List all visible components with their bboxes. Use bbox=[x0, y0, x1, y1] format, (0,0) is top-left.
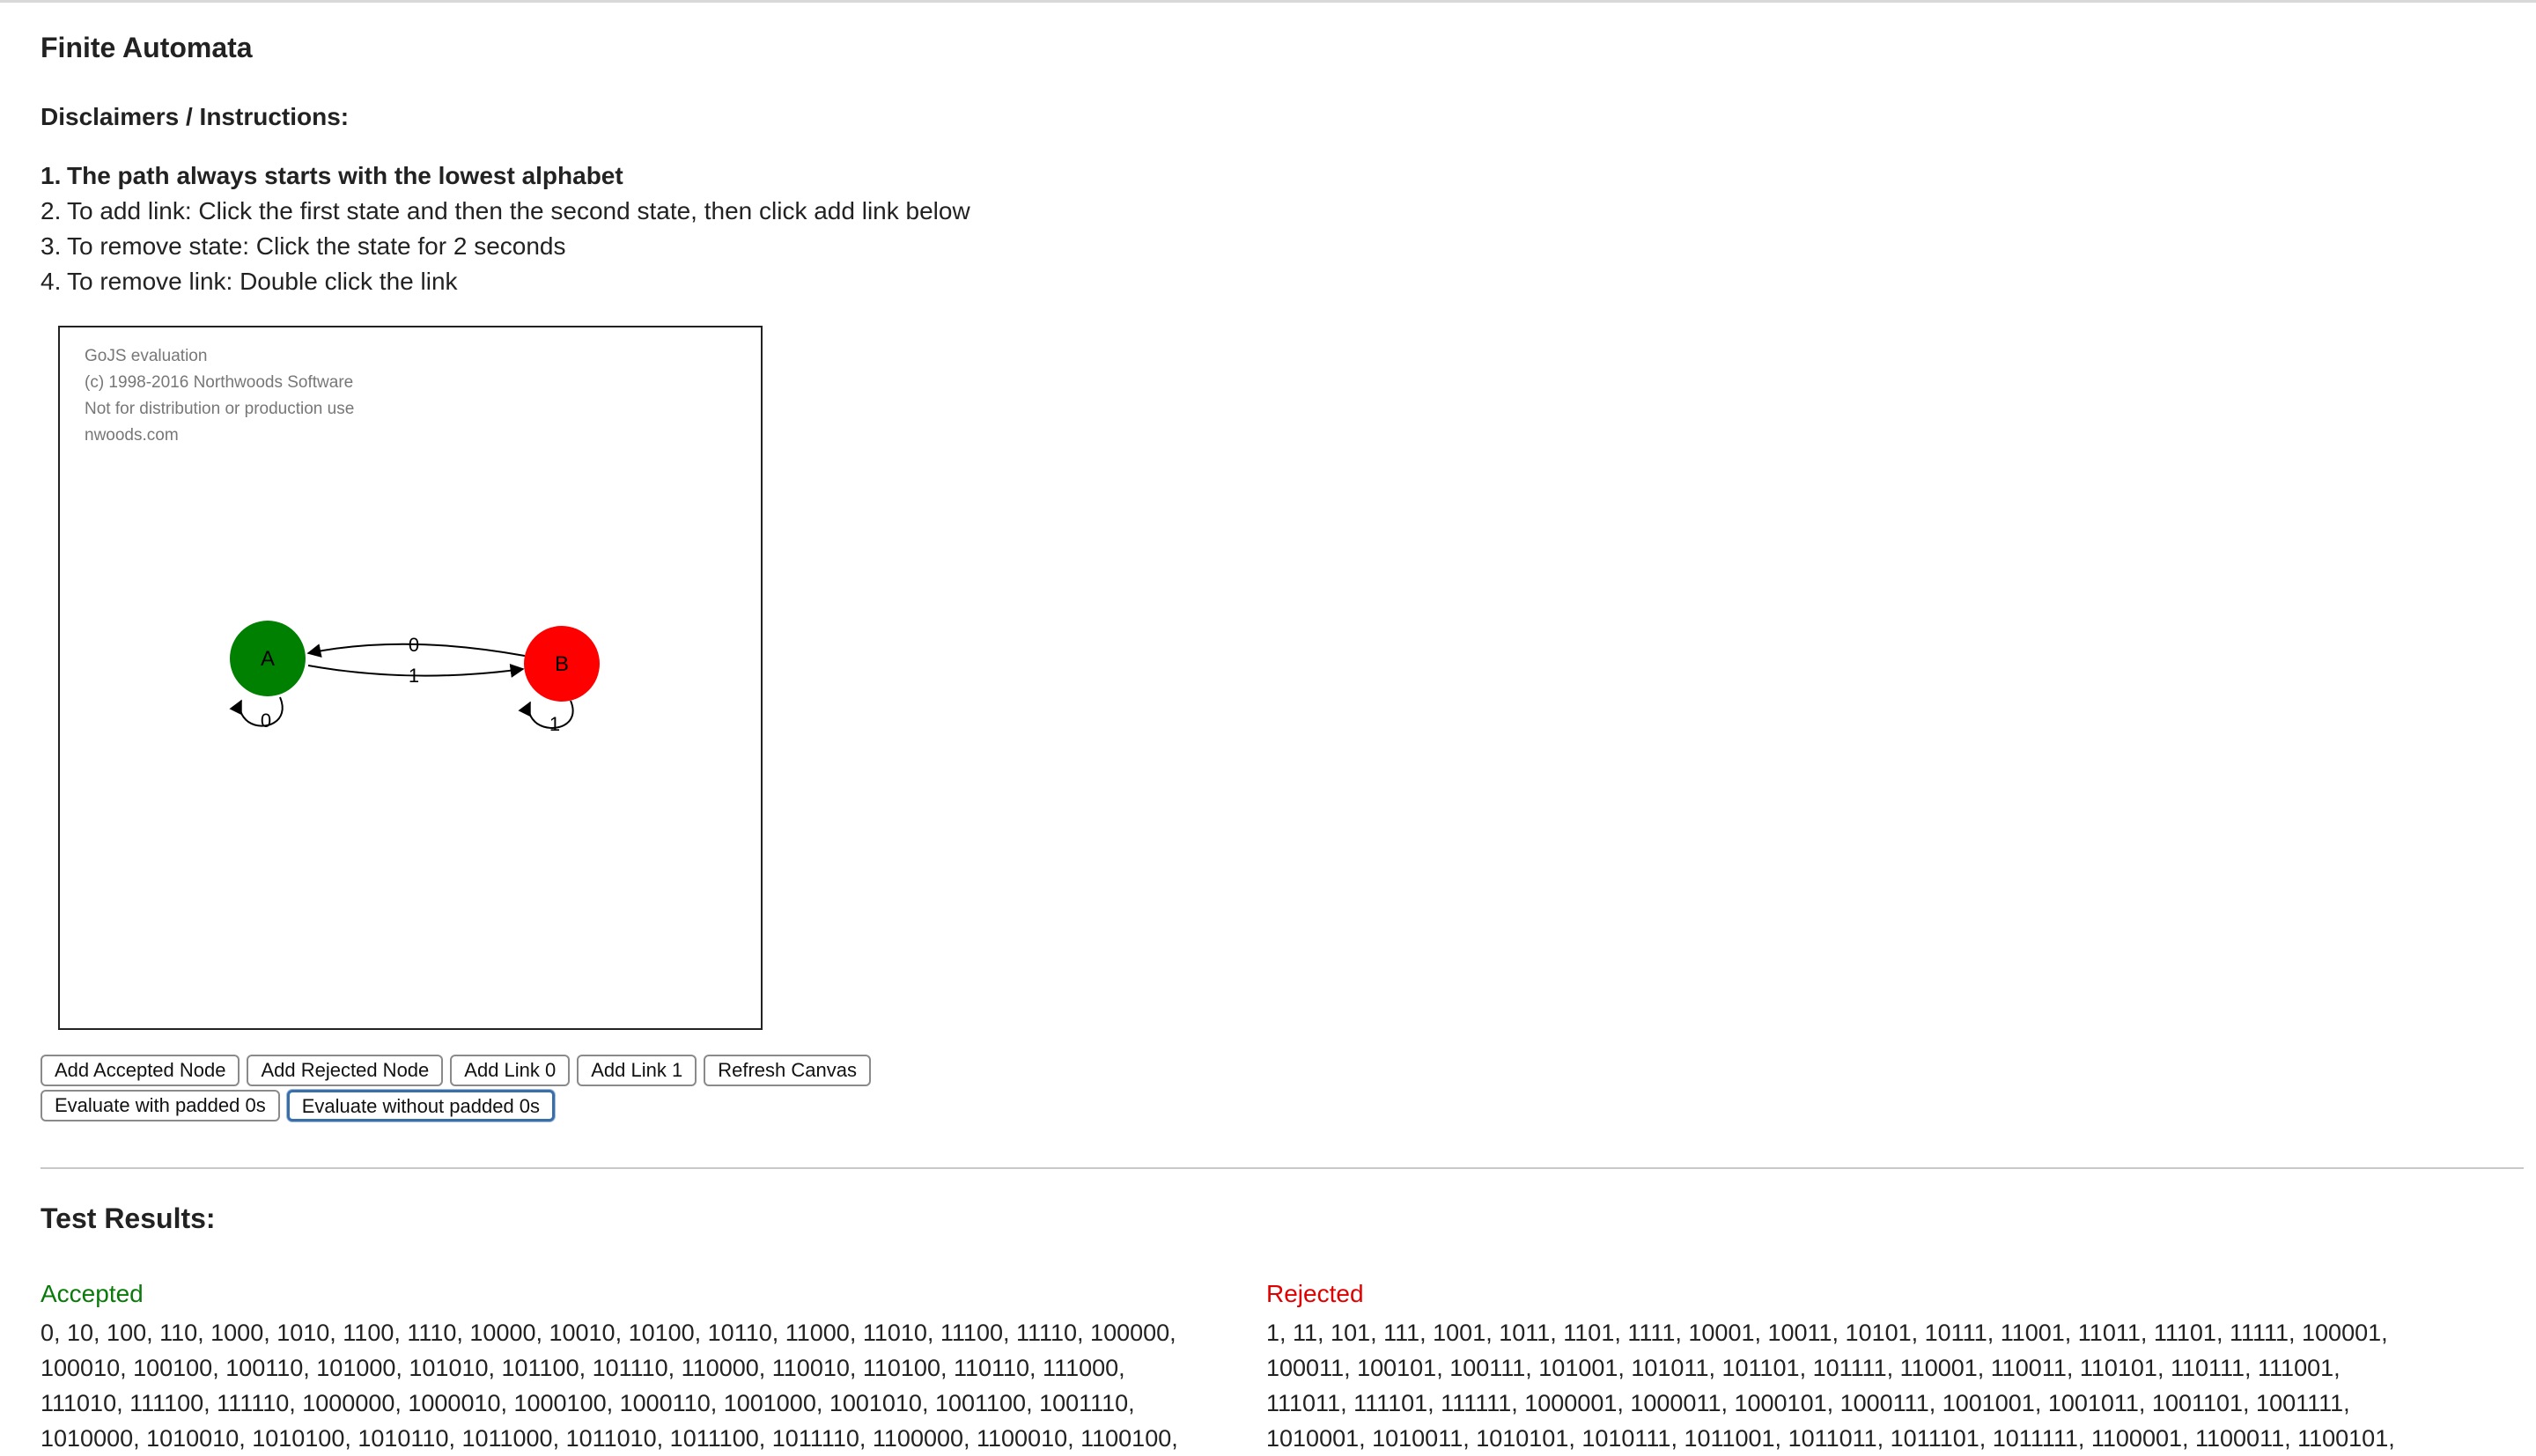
evaluate-padded-button[interactable]: Evaluate with padded 0s bbox=[41, 1090, 280, 1121]
add-link-0-button[interactable]: Add Link 0 bbox=[450, 1055, 571, 1086]
instructions-list: 1. The path always starts with the lowest… bbox=[41, 158, 970, 299]
rejected-line: 1010001, 1010011, 1010101, 1010111, 1011… bbox=[1266, 1425, 2395, 1452]
accepted-line: 111010, 111100, 111110, 1000000, 1000010… bbox=[41, 1390, 1135, 1416]
link-label: 1 bbox=[549, 713, 560, 735]
instruction-item: 1. The path always starts with the lowest… bbox=[41, 158, 970, 194]
rejected-list: 1, 11, 101, 111, 1001, 1011, 1101, 1111,… bbox=[1266, 1315, 2490, 1456]
top-border bbox=[0, 0, 2536, 3]
rejected-line: 111011, 111101, 111111, 1000001, 1000011… bbox=[1266, 1390, 2350, 1416]
automaton-diagram: 0 1 0 1 A B bbox=[229, 621, 600, 735]
accepted-label: Accepted bbox=[41, 1280, 144, 1307]
instruction-item: 4. To remove link: Double click the link bbox=[41, 264, 970, 299]
rejected-column: Rejected 1, 11, 101, 111, 1001, 1011, 11… bbox=[1266, 1276, 2490, 1456]
evaluate-toolbar: Evaluate with padded 0s Evaluate without… bbox=[41, 1090, 556, 1121]
instruction-text: To add link: Click the first state and t… bbox=[67, 197, 970, 224]
instruction-item: 3. To remove state: Click the state for 2… bbox=[41, 229, 970, 264]
link-label: 1 bbox=[409, 665, 419, 687]
accepted-list: 0, 10, 100, 110, 1000, 1010, 1100, 1110,… bbox=[41, 1315, 1264, 1456]
add-rejected-node-button[interactable]: Add Rejected Node bbox=[247, 1055, 444, 1086]
instruction-text: The path always starts with the lowest a… bbox=[67, 162, 623, 189]
instruction-number: 1. bbox=[41, 162, 62, 189]
instruction-number: 2. bbox=[41, 197, 62, 224]
instruction-text: To remove state: Click the state for 2 s… bbox=[67, 232, 566, 260]
section-divider bbox=[41, 1167, 2524, 1169]
instruction-item: 2. To add link: Click the first state and… bbox=[41, 194, 970, 229]
accepted-line: 100010, 100100, 100110, 101000, 101010, … bbox=[41, 1355, 1125, 1381]
node-label: A bbox=[261, 647, 275, 671]
rejected-line: 1, 11, 101, 111, 1001, 1011, 1101, 1111,… bbox=[1266, 1320, 2388, 1346]
instruction-text: To remove link: Double click the link bbox=[67, 268, 458, 295]
page-title: Finite Automata bbox=[41, 32, 253, 63]
evaluate-unpadded-button[interactable]: Evaluate without padded 0s bbox=[286, 1090, 556, 1121]
accepted-line: 0, 10, 100, 110, 1000, 1010, 1100, 1110,… bbox=[41, 1320, 1176, 1346]
rejected-line: 100011, 100101, 100111, 101001, 101011, … bbox=[1266, 1355, 2341, 1381]
refresh-canvas-button[interactable]: Refresh Canvas bbox=[704, 1055, 871, 1086]
rejected-label: Rejected bbox=[1266, 1280, 1364, 1307]
canvas-toolbar: Add Accepted Node Add Rejected Node Add … bbox=[41, 1055, 871, 1086]
instruction-number: 3. bbox=[41, 232, 62, 260]
add-accepted-node-button[interactable]: Add Accepted Node bbox=[41, 1055, 240, 1086]
accepted-line: 1010000, 1010010, 1010100, 1010110, 1011… bbox=[41, 1425, 1178, 1452]
add-link-1-button[interactable]: Add Link 1 bbox=[577, 1055, 697, 1086]
diagram-canvas[interactable]: GoJS evaluation (c) 1998-2016 Northwoods… bbox=[58, 326, 763, 1030]
instruction-number: 4. bbox=[41, 268, 62, 295]
link-label: 0 bbox=[409, 634, 419, 656]
instructions-heading: Disclaimers / Instructions: bbox=[41, 103, 350, 130]
accepted-column: Accepted 0, 10, 100, 110, 1000, 1010, 11… bbox=[41, 1276, 1264, 1456]
node-label: B bbox=[555, 652, 569, 676]
link-label: 0 bbox=[261, 710, 271, 732]
results-heading: Test Results: bbox=[41, 1202, 216, 1234]
